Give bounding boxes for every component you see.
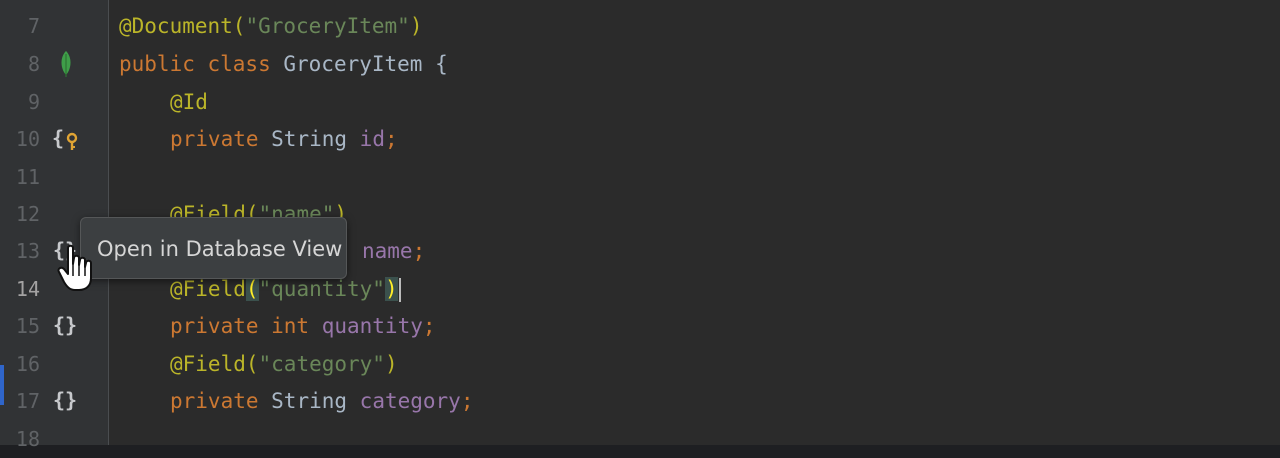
code-line[interactable]: private int quantity;: [170, 307, 436, 345]
line-number: 10: [15, 127, 40, 151]
type-name: String: [271, 389, 360, 413]
line-number: 18: [15, 427, 40, 451]
gutter-row[interactable]: 7: [0, 7, 108, 45]
svg-text:{}: {}: [53, 388, 77, 412]
line-number: 9: [27, 90, 40, 114]
code-line[interactable]: @Document("GroceryItem"): [119, 7, 422, 45]
string-literal: "quantity": [258, 277, 385, 301]
hand-pointer-cursor-icon: [57, 244, 92, 291]
gutter-row[interactable]: 15 {}: [0, 307, 108, 345]
matched-bracket: ): [384, 277, 398, 301]
semicolon: ;: [384, 127, 398, 151]
keyword: private int: [170, 314, 322, 338]
gutter-row[interactable]: 17 {}: [0, 382, 108, 420]
line-number: 17: [15, 389, 40, 413]
gutter-row[interactable]: 18: [0, 420, 108, 458]
field-name: id: [359, 127, 385, 151]
document-field-key-icon[interactable]: {: [52, 126, 80, 152]
code-line[interactable]: @Id: [170, 83, 208, 121]
keyword: private: [170, 389, 272, 413]
semicolon: ;: [422, 314, 436, 338]
line-number: 7: [27, 14, 40, 38]
field-name: category: [359, 389, 461, 413]
line-number: 16: [15, 352, 40, 376]
paren: ): [384, 352, 398, 376]
svg-text:{: {: [52, 126, 64, 150]
line-number: 14: [15, 277, 40, 301]
code-line[interactable]: @Field("category"): [170, 345, 398, 383]
line-number: 15: [15, 314, 40, 338]
code-editor[interactable]: 7 8 9 10 { 11 12 13 {} 14 15 {} 16 17 {}…: [0, 0, 1280, 451]
line-number: 8: [27, 52, 40, 76]
gutter-row[interactable]: 11: [0, 158, 108, 196]
svg-text:{}: {}: [53, 313, 77, 337]
gutter-row[interactable]: 9: [0, 83, 108, 121]
code-line[interactable]: private String id;: [170, 120, 398, 158]
keyword: private: [170, 127, 272, 151]
type-name: String: [271, 127, 360, 151]
paren: ): [409, 14, 423, 38]
annotation: @Document(: [119, 14, 246, 38]
annotation: @Id: [170, 90, 208, 114]
line-number: 12: [15, 202, 40, 226]
document-field-icon[interactable]: {}: [52, 313, 80, 339]
semicolon: ;: [460, 389, 474, 413]
code-line[interactable]: public class GroceryItem {: [119, 45, 448, 83]
text-caret: [398, 278, 401, 302]
class-name: GroceryItem {: [283, 52, 448, 76]
open-in-database-view-tooltip: Open in Database View: [80, 217, 347, 279]
field-name: quantity: [321, 314, 423, 338]
matched-bracket: (: [245, 277, 259, 301]
mongodb-leaf-icon[interactable]: [52, 51, 80, 77]
line-number: 11: [15, 165, 40, 189]
keyword: public class: [119, 52, 284, 76]
string-literal: "GroceryItem": [245, 14, 410, 38]
string-literal: "category": [258, 352, 385, 376]
document-field-icon[interactable]: {}: [52, 388, 80, 414]
annotation: @Field: [170, 277, 246, 301]
gutter-row[interactable]: 16: [0, 345, 108, 383]
code-line[interactable]: name;: [362, 232, 425, 270]
code-line[interactable]: private String category;: [170, 382, 473, 420]
line-number: 13: [15, 239, 40, 263]
gutter-row[interactable]: 8: [0, 45, 108, 83]
annotation: @Field(: [170, 352, 259, 376]
semicolon: ;: [412, 239, 426, 263]
field-name: name: [362, 239, 413, 263]
gutter-row[interactable]: 10 {: [0, 120, 108, 158]
